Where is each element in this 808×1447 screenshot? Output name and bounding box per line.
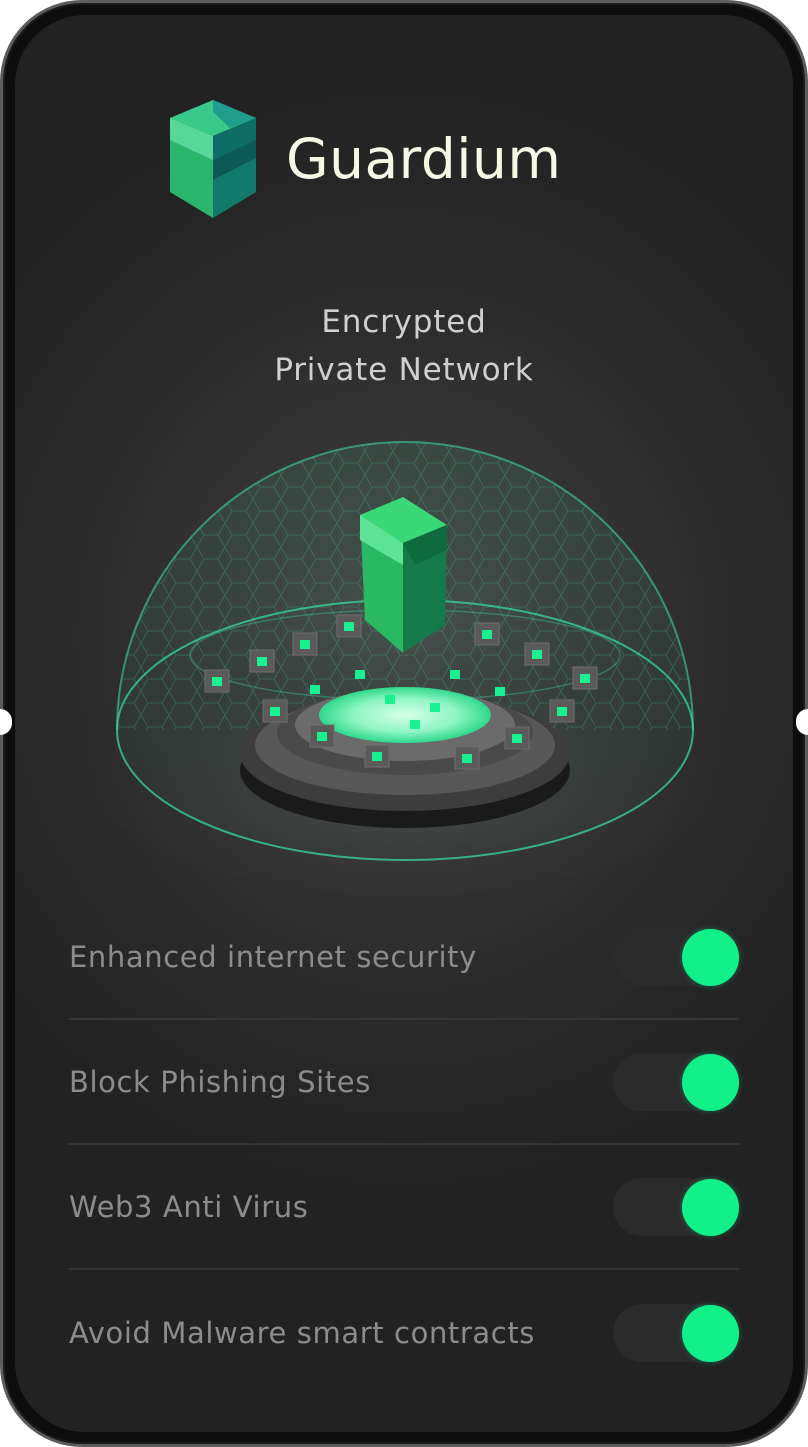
setting-label: Web3 Anti Virus xyxy=(69,1189,309,1224)
toggle-knob xyxy=(682,1053,739,1111)
setting-row-block-phishing: Block Phishing Sites xyxy=(69,1020,739,1145)
hinge-notch-left xyxy=(0,709,12,735)
toggle-knob xyxy=(682,1178,739,1236)
toggle-block-phishing[interactable] xyxy=(613,1052,739,1111)
setting-row-web3-antivirus: Web3 Anti Virus xyxy=(69,1145,739,1270)
phone-frame: Guardium Encrypted Private Network Enhan… xyxy=(0,0,808,1447)
toggle-web3-antivirus[interactable] xyxy=(613,1177,739,1236)
page-headline: Encrypted Private Network xyxy=(15,298,793,394)
setting-row-avoid-malware: Avoid Malware smart contracts xyxy=(69,1270,739,1395)
setting-label: Avoid Malware smart contracts xyxy=(69,1315,536,1350)
settings-list: Enhanced internet security Block Phishin… xyxy=(69,895,739,1395)
headline-line-1: Encrypted xyxy=(321,304,487,340)
app-screen: Guardium Encrypted Private Network Enhan… xyxy=(15,15,793,1432)
setting-label: Block Phishing Sites xyxy=(69,1064,371,1099)
setting-label: Enhanced internet security xyxy=(69,939,477,974)
setting-row-enhanced-security: Enhanced internet security xyxy=(69,895,739,1020)
toggle-avoid-malware[interactable] xyxy=(613,1303,739,1362)
toggle-knob xyxy=(682,1304,739,1362)
green-cube-shield-icon xyxy=(170,100,256,218)
brand-header: Guardium xyxy=(170,99,561,219)
hinge-notch-right xyxy=(796,709,808,735)
toggle-knob xyxy=(682,928,739,986)
headline-line-2: Private Network xyxy=(274,352,534,388)
app-name: Guardium xyxy=(286,127,562,191)
network-dome-shield-illustration xyxy=(85,441,725,895)
toggle-enhanced-security[interactable] xyxy=(613,927,739,986)
